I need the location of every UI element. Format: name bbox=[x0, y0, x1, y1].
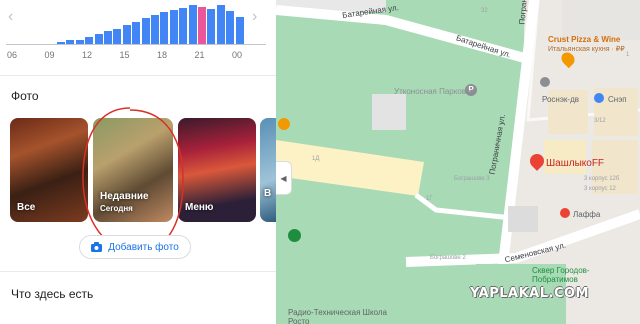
popular-times-bar[interactable] bbox=[104, 30, 112, 44]
selected-place-label[interactable]: ШашлыкоFF bbox=[546, 158, 604, 169]
popular-times-bar[interactable] bbox=[122, 25, 131, 44]
camera-icon bbox=[91, 242, 103, 252]
next-day-icon[interactable]: › bbox=[252, 8, 257, 26]
house-number: Бограшове 2 bbox=[430, 255, 466, 261]
park-poi-icon[interactable] bbox=[288, 229, 301, 242]
photo-next-partial[interactable]: В bbox=[260, 118, 276, 222]
popular-times-bar[interactable] bbox=[198, 6, 206, 44]
popular-times-bar[interactable] bbox=[169, 10, 178, 44]
popular-times-bar[interactable] bbox=[113, 28, 122, 44]
place-label[interactable]: Crust Pizza & Wine bbox=[548, 35, 620, 44]
hour-tick-label: 18 bbox=[156, 50, 167, 60]
house-number: 1Г bbox=[426, 196, 433, 202]
hour-tick-label: 12 bbox=[81, 50, 92, 60]
collapse-arrow-icon: ◀ bbox=[280, 173, 287, 183]
popular-times-bar[interactable] bbox=[132, 21, 141, 44]
divider bbox=[0, 75, 276, 76]
hour-tick-label: 21 bbox=[194, 50, 205, 60]
hour-tick-label: 00 bbox=[231, 50, 242, 60]
shop-pin-icon[interactable] bbox=[540, 77, 550, 87]
hour-tick-label: 09 bbox=[44, 50, 55, 60]
place-label[interactable]: Лаффа bbox=[573, 210, 600, 219]
hour-tick-label: 06 bbox=[6, 50, 17, 60]
shop-pin-icon[interactable] bbox=[594, 93, 604, 103]
chart-baseline bbox=[6, 44, 266, 45]
whats-here-title: Что здесь есть bbox=[11, 287, 94, 301]
hour-tick-label: 15 bbox=[119, 50, 130, 60]
house-number: Бограшове 3 bbox=[454, 176, 490, 182]
popular-times-bar[interactable] bbox=[226, 11, 235, 44]
popular-times-bar[interactable] bbox=[188, 5, 197, 44]
popular-times-bar[interactable] bbox=[235, 16, 244, 44]
photo-all[interactable]: Все bbox=[10, 118, 88, 222]
house-number: 3 корпус 12 bbox=[584, 186, 616, 192]
popular-times-bar[interactable] bbox=[179, 7, 188, 44]
divider bbox=[0, 271, 276, 272]
popular-times-bar[interactable] bbox=[141, 17, 150, 44]
house-number: 32 bbox=[481, 8, 488, 14]
house-number: 1Д bbox=[312, 156, 320, 162]
house-number: 3/12 bbox=[594, 118, 606, 124]
food-poi-icon[interactable] bbox=[278, 118, 290, 130]
restaurant-pin-icon[interactable] bbox=[560, 208, 570, 218]
map-view[interactable]: P Батарейная ул. Батарейная ул. Погранич… bbox=[276, 0, 640, 324]
place-label[interactable]: Роснэк-дв bbox=[542, 95, 579, 104]
house-number: 3 корпус 12б bbox=[584, 176, 620, 182]
prev-day-icon[interactable]: ‹ bbox=[8, 8, 13, 26]
popular-times-bar[interactable] bbox=[94, 33, 103, 44]
place-label[interactable]: Сквер Городов-Побратимов bbox=[532, 266, 612, 284]
popular-times-bar[interactable] bbox=[160, 12, 169, 44]
popular-times-bar[interactable] bbox=[207, 8, 216, 44]
place-label[interactable]: Снэп bbox=[608, 95, 627, 104]
place-label: Итальянская кухня · ₽₽ bbox=[548, 46, 625, 53]
add-photo-label: Добавить фото bbox=[108, 241, 179, 253]
add-photo-button[interactable]: Добавить фото bbox=[79, 235, 191, 259]
popular-times-bar[interactable] bbox=[85, 36, 94, 44]
photo-next-label: В bbox=[264, 188, 272, 199]
popular-times-bar[interactable] bbox=[216, 5, 225, 44]
red-circle-annotation bbox=[82, 107, 184, 253]
place-label[interactable]: Радио-Техническая Школа Росто bbox=[288, 308, 408, 324]
photos-section-title: Фото bbox=[11, 89, 39, 103]
popular-times-chart: ‹ › 06 09 12 15 18 21 00 bbox=[0, 0, 276, 70]
place-details-panel: ‹ › 06 09 12 15 18 21 00 Фото Все Недавние Сег… bbox=[0, 0, 276, 324]
place-label[interactable]: Утконосная Парковая bbox=[394, 87, 475, 96]
watermark: YAPLAKAL.COM bbox=[470, 286, 589, 301]
popular-times-bar[interactable] bbox=[151, 14, 159, 44]
collapse-panel-button[interactable]: ◀ bbox=[276, 161, 292, 195]
photo-all-label: Все bbox=[17, 202, 36, 213]
house-number: 1 bbox=[626, 52, 630, 58]
